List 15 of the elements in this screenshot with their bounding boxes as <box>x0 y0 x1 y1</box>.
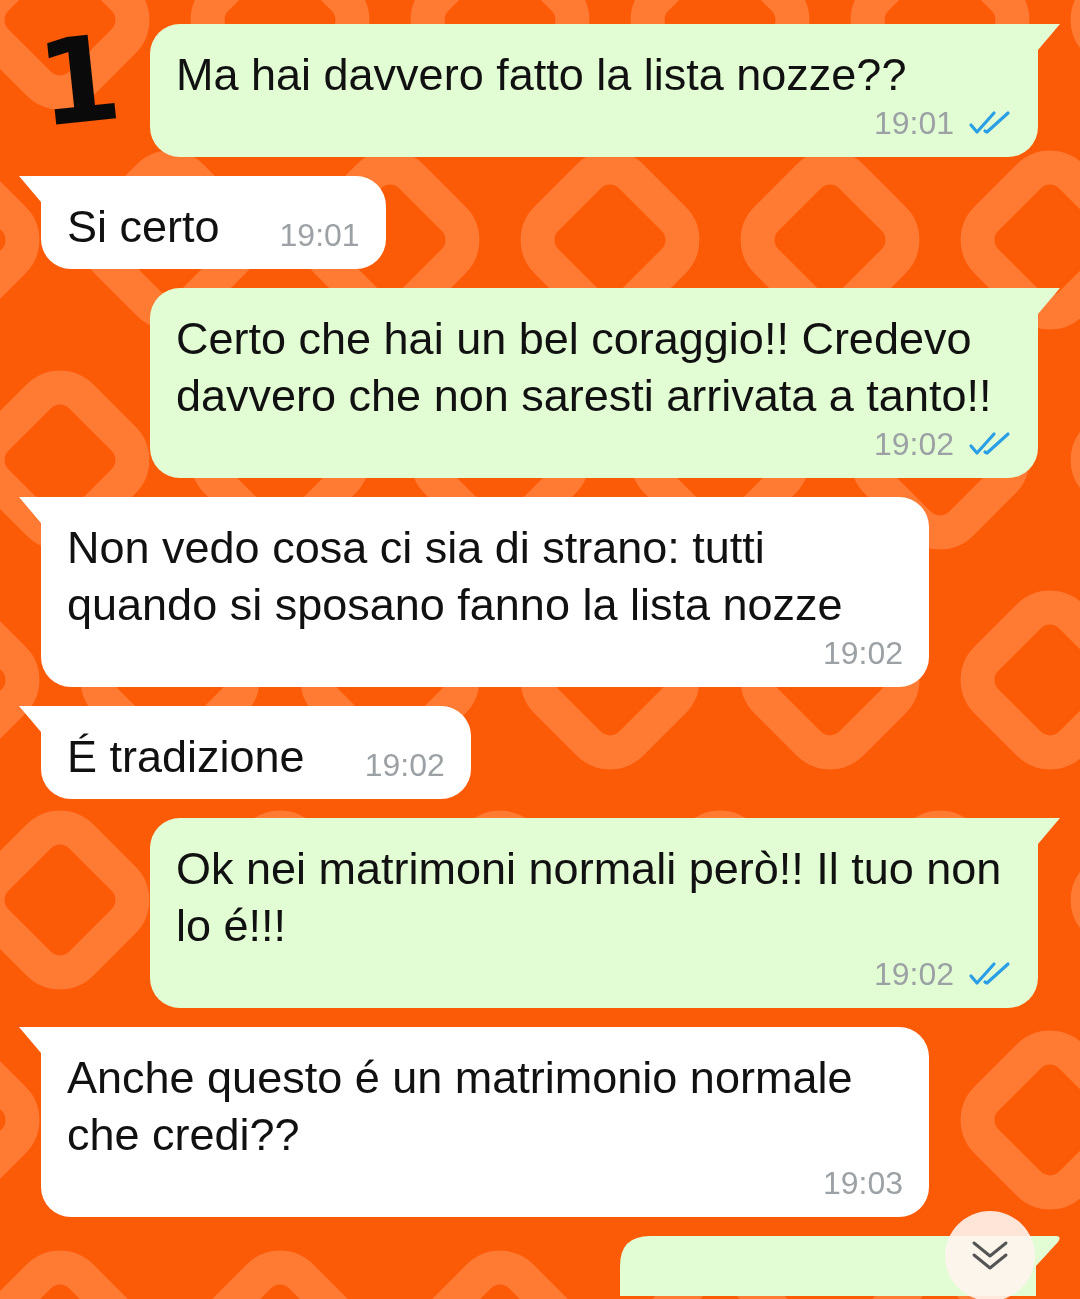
handwritten-number: 1 <box>32 18 127 144</box>
message-text: É tradizione <box>67 730 305 784</box>
message-text: Non vedo cosa ci sia di strano: tutti quando si sposano fanno la lista nozze <box>67 521 844 632</box>
message-time: 19:01 <box>873 104 954 143</box>
message-time: 19:02 <box>873 955 954 994</box>
message-text: Anche questo é un matrimonio normale che credi?? <box>67 1051 854 1162</box>
message-text: Ma hai davvero fatto la lista nozze?? <box>176 48 907 102</box>
message-text: Ok nei matrimoni normali però!! Il tuo non lo é!!! <box>176 842 1003 953</box>
message-time: 19:02 <box>822 634 903 673</box>
message-time: 19:02 <box>364 746 445 785</box>
message-text: Certo che hai un bel coraggio!! Credevo davvero che non saresti arrivata a tanto!! <box>176 312 993 423</box>
message-time: 19:01 <box>279 216 360 255</box>
message-time: 19:02 <box>873 425 954 464</box>
message-time: 19:03 <box>822 1164 903 1203</box>
message-text: Si certo <box>67 200 220 254</box>
